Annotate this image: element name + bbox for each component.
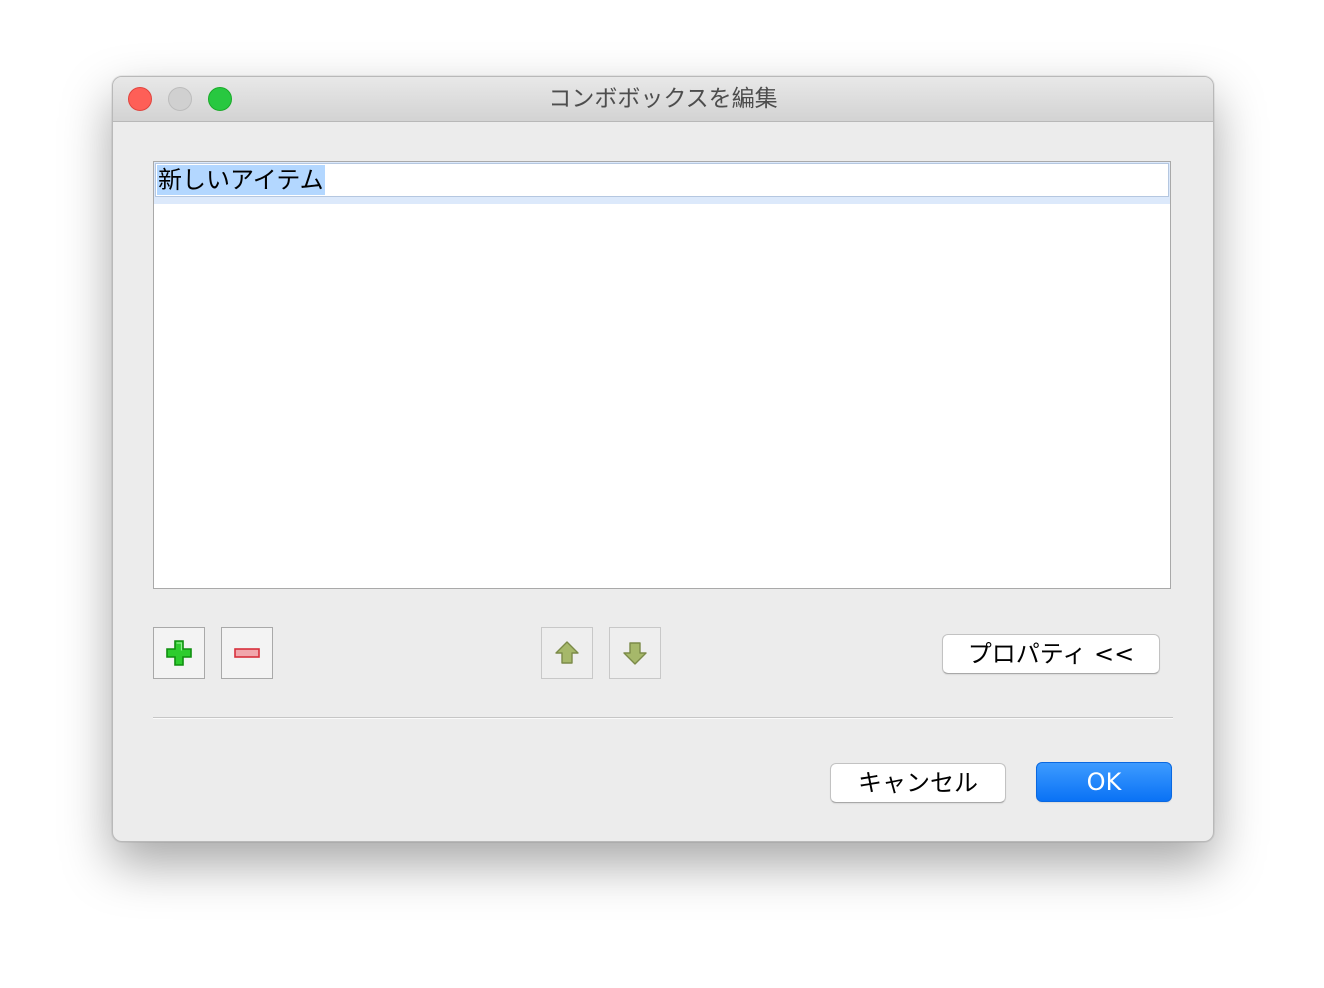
- ok-button[interactable]: OK: [1036, 762, 1172, 802]
- properties-toggle-button[interactable]: プロパティ <<: [942, 634, 1160, 674]
- title-bar[interactable]: コンボボックスを編集: [113, 77, 1213, 122]
- list-item[interactable]: 新しいアイテム: [154, 162, 1170, 204]
- remove-item-button[interactable]: [221, 627, 273, 679]
- item-edit-text[interactable]: 新しいアイテム: [157, 165, 325, 195]
- plus-icon: [164, 638, 194, 668]
- edit-combobox-dialog: コンボボックスを編集 新しいアイテム プロパティ << キャンセル OK: [112, 76, 1214, 842]
- add-item-button[interactable]: [153, 627, 205, 679]
- separator: [153, 717, 1173, 719]
- items-list[interactable]: 新しいアイテム: [153, 161, 1171, 589]
- window-title: コンボボックスを編集: [113, 77, 1213, 121]
- item-edit-field[interactable]: 新しいアイテム: [155, 163, 1169, 197]
- arrow-up-icon: [553, 639, 581, 667]
- arrow-down-icon: [621, 639, 649, 667]
- cancel-button[interactable]: キャンセル: [830, 763, 1006, 803]
- move-up-button[interactable]: [541, 627, 593, 679]
- move-down-button[interactable]: [609, 627, 661, 679]
- minus-icon: [232, 638, 262, 668]
